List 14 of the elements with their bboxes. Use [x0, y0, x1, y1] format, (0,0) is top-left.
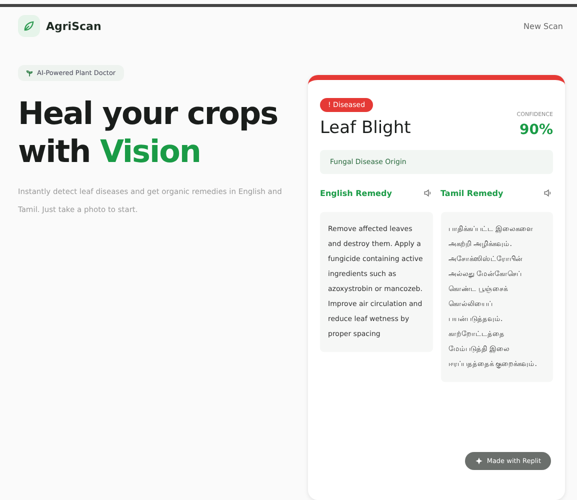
confidence-value: 90%	[519, 122, 553, 138]
speak-button[interactable]	[543, 188, 553, 198]
leaf-logo-icon	[18, 15, 40, 37]
speak-button[interactable]	[422, 188, 432, 198]
remedy-title: English Remedy	[320, 188, 392, 198]
spark-icon	[474, 457, 483, 465]
disease-name: Leaf Blight	[320, 118, 411, 138]
brand-name: AgriScan	[46, 20, 102, 32]
hero-title: Heal your crops with Vision	[18, 95, 278, 171]
sprout-icon	[26, 70, 33, 76]
speaker-icon	[543, 188, 553, 198]
remedy-title: Tamil Remedy	[440, 188, 504, 198]
speaker-icon	[422, 188, 432, 198]
new-scan-link[interactable]: New Scan	[522, 20, 565, 32]
